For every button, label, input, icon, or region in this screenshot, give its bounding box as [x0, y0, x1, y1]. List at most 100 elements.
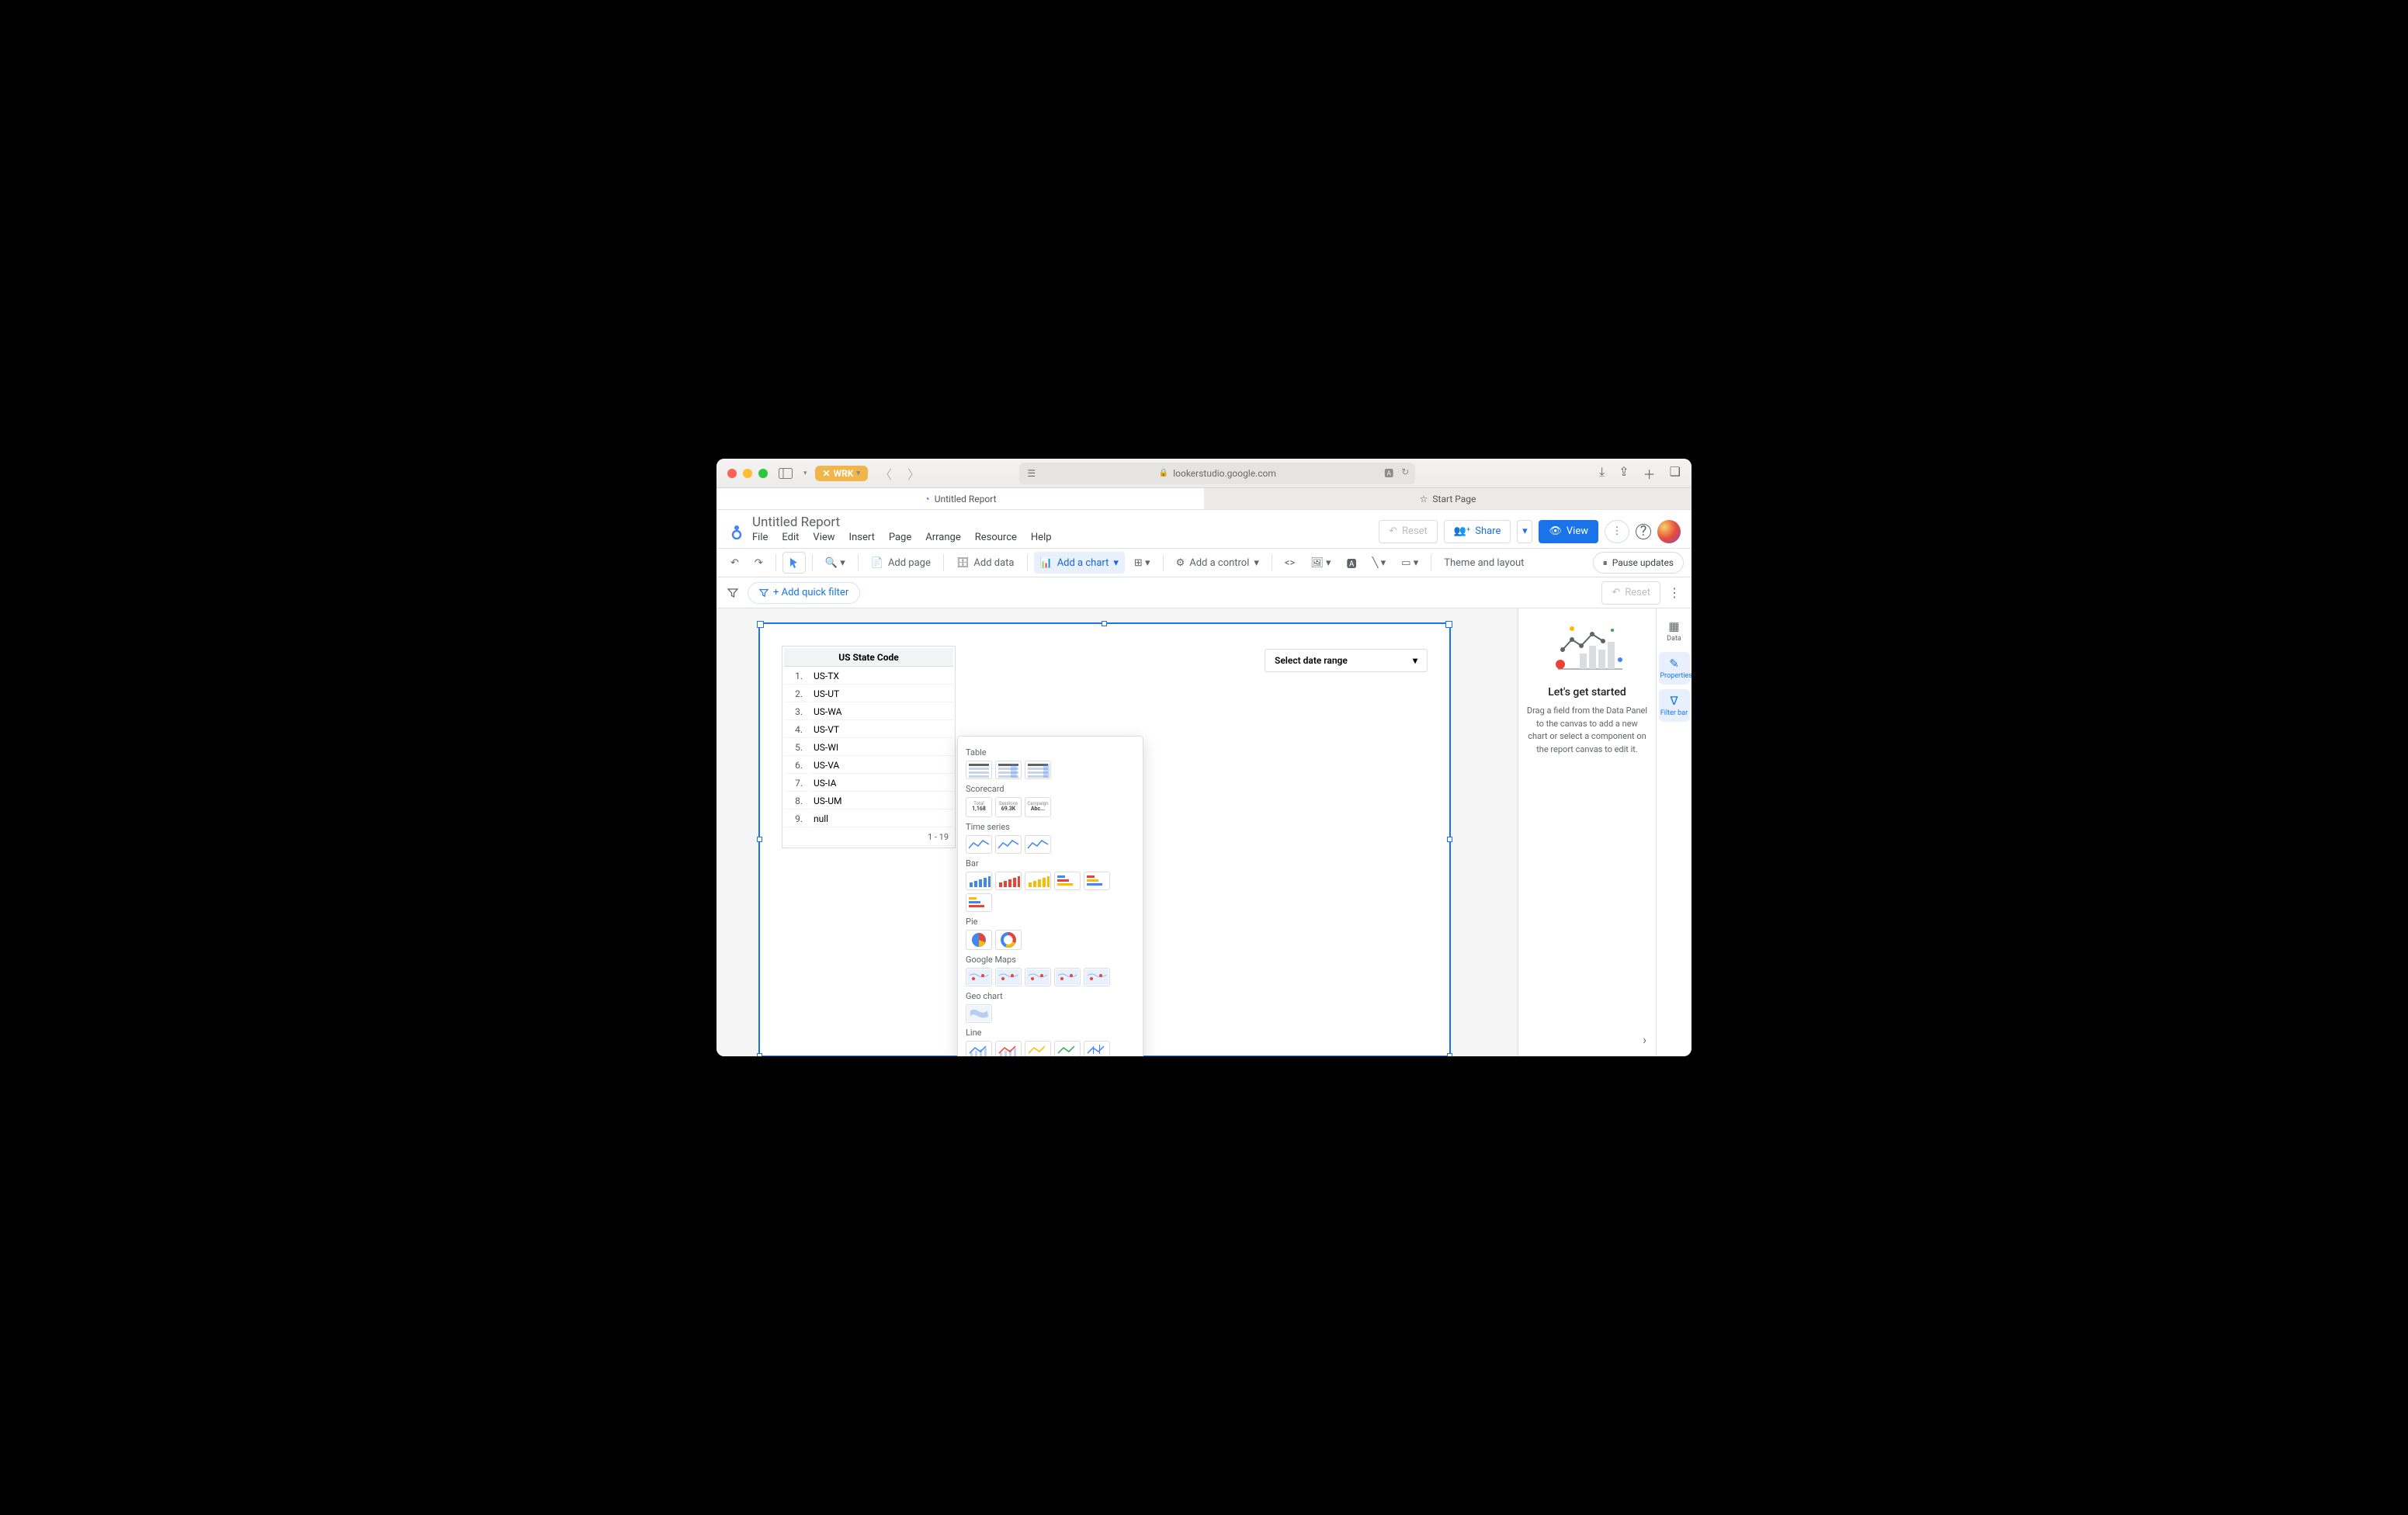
- add-quick-filter-button[interactable]: + Add quick filter: [748, 582, 860, 604]
- reset-button[interactable]: ↶ Reset: [1379, 520, 1438, 543]
- menu-resource[interactable]: Resource: [975, 532, 1017, 543]
- menu-file[interactable]: File: [752, 532, 768, 543]
- table-row[interactable]: 1.US-TX: [784, 668, 953, 685]
- reload-icon[interactable]: ↻: [1401, 466, 1409, 480]
- tabs-overview-icon[interactable]: ❏: [1670, 464, 1681, 483]
- chart-option-google-maps[interactable]: [1054, 968, 1081, 986]
- state-code-table[interactable]: US State Code 1.US-TX2.US-UT3.US-WA4.US-…: [782, 646, 956, 848]
- selection-tool-button[interactable]: [782, 552, 806, 574]
- chart-option-time-series[interactable]: [995, 835, 1022, 854]
- view-button[interactable]: 👁 View: [1539, 520, 1598, 543]
- chart-option-line[interactable]: [1084, 1041, 1110, 1056]
- chart-option-scorecard[interactable]: CampaignAbc...: [1025, 797, 1051, 817]
- rail-properties[interactable]: ✎ Properties: [1659, 652, 1690, 685]
- chart-option-time-series[interactable]: [1025, 835, 1051, 854]
- more-options-button[interactable]: ⋮: [1605, 520, 1629, 543]
- url-embed-button[interactable]: <>: [1279, 552, 1301, 574]
- line-button[interactable]: ╲ ▾: [1366, 552, 1393, 574]
- menu-edit[interactable]: Edit: [782, 532, 799, 543]
- table-row[interactable]: 9.null: [784, 811, 953, 827]
- undo-button[interactable]: ↶: [724, 552, 745, 574]
- browser-tab-start-page[interactable]: ☆ Start Page: [1204, 488, 1691, 509]
- sidebar-toggle-icon[interactable]: [775, 466, 796, 481]
- chart-option-geo-chart[interactable]: [966, 1004, 992, 1023]
- report-title[interactable]: Untitled Report: [752, 515, 1052, 530]
- community-viz-button[interactable]: ⊞ ▾: [1128, 552, 1157, 574]
- add-chart-button[interactable]: 📊 Add a chart ▾: [1034, 552, 1125, 574]
- chart-option-line[interactable]: [995, 1041, 1022, 1056]
- menu-help[interactable]: Help: [1031, 532, 1052, 543]
- share-icon[interactable]: ⇪: [1619, 464, 1629, 483]
- table-row[interactable]: 8.US-UM: [784, 793, 953, 810]
- table-row[interactable]: 6.US-VA: [784, 758, 953, 774]
- chart-option-google-maps[interactable]: [1084, 968, 1110, 986]
- date-range-picker[interactable]: Select date range ▾: [1265, 649, 1428, 672]
- chart-option-google-maps[interactable]: [995, 968, 1022, 986]
- rail-filterbar[interactable]: ∇ Filter bar: [1659, 689, 1690, 722]
- chart-option-pie[interactable]: [966, 930, 992, 950]
- profile-badge[interactable]: ✕ WRK ▾: [815, 466, 868, 481]
- chart-option-google-maps[interactable]: [1025, 968, 1051, 986]
- chart-option-table[interactable]: [995, 761, 1022, 779]
- table-row[interactable]: 4.US-VT: [784, 722, 953, 738]
- browser-tab-untitled-report[interactable]: ◔ Untitled Report: [717, 488, 1204, 509]
- downloads-icon[interactable]: ⤓: [1599, 464, 1605, 483]
- filterbar-reset-button[interactable]: ↶ Reset: [1601, 581, 1660, 605]
- chart-option-table[interactable]: [966, 761, 992, 779]
- chart-option-bar[interactable]: [1054, 872, 1081, 890]
- add-page-button[interactable]: 📄 Add page: [865, 552, 937, 574]
- share-button[interactable]: 👥⁺ Share: [1444, 520, 1511, 543]
- table-row[interactable]: 3.US-WA: [784, 704, 953, 720]
- chart-option-scorecard[interactable]: Sessions69.3K: [995, 797, 1022, 817]
- menu-insert[interactable]: Insert: [849, 532, 875, 543]
- shape-button[interactable]: ▭ ▾: [1395, 552, 1424, 574]
- chart-option-bar[interactable]: [1025, 872, 1051, 890]
- chart-option-scorecard[interactable]: Total1,168: [966, 797, 992, 817]
- back-button[interactable]: 〈: [876, 464, 896, 483]
- more-vert-icon[interactable]: ⋮: [1668, 585, 1681, 600]
- close-window-button[interactable]: [727, 469, 737, 478]
- chart-option-pie[interactable]: [995, 930, 1022, 950]
- looker-studio-logo[interactable]: [727, 522, 746, 541]
- table-row[interactable]: 7.US-IA: [784, 775, 953, 792]
- chart-option-table[interactable]: [1025, 761, 1051, 779]
- table-row[interactable]: 2.US-UT: [784, 686, 953, 702]
- chart-option-bar[interactable]: [1084, 872, 1110, 890]
- new-tab-icon[interactable]: ＋: [1643, 464, 1656, 483]
- window-controls: [727, 469, 768, 478]
- add-control-button[interactable]: ⚙ Add a control ▾: [1170, 552, 1265, 574]
- share-dropdown-button[interactable]: ▾: [1517, 520, 1532, 543]
- fullscreen-window-button[interactable]: [758, 469, 768, 478]
- text-button[interactable]: 🅰: [1341, 552, 1363, 574]
- menu-page[interactable]: Page: [889, 532, 911, 543]
- chart-option-bar[interactable]: [966, 872, 992, 890]
- add-data-button[interactable]: 🗄 Add data: [950, 552, 1021, 574]
- rail-data[interactable]: ▦ Data: [1659, 615, 1690, 647]
- redo-button[interactable]: ↷: [748, 552, 769, 574]
- text-size-icon[interactable]: ☰: [1027, 468, 1036, 479]
- filter-icon[interactable]: [727, 588, 738, 598]
- menu-arrange[interactable]: Arrange: [925, 532, 960, 543]
- chart-option-line[interactable]: [1054, 1041, 1081, 1056]
- user-avatar[interactable]: [1657, 520, 1681, 543]
- canvas-area[interactable]: US State Code 1.US-TX2.US-UT3.US-WA4.US-…: [717, 608, 1518, 1056]
- chart-option-bar[interactable]: [966, 893, 992, 912]
- minimize-window-button[interactable]: [743, 469, 752, 478]
- theme-layout-button[interactable]: Theme and layout: [1438, 552, 1530, 574]
- image-button[interactable]: 🖼 ▾: [1304, 552, 1337, 574]
- collapse-panel-button[interactable]: ›: [1643, 1032, 1646, 1047]
- forward-button[interactable]: 〉: [904, 464, 924, 483]
- chart-option-bar[interactable]: [995, 872, 1022, 890]
- sidebar-dropdown-icon[interactable]: ▾: [803, 470, 807, 477]
- chart-option-line[interactable]: [1025, 1041, 1051, 1056]
- help-icon[interactable]: ?: [1636, 524, 1651, 539]
- url-bar[interactable]: ☰ 🔒 lookerstudio.google.com 🅰 ↻: [1019, 463, 1415, 484]
- zoom-button[interactable]: 🔍 ▾: [819, 552, 852, 574]
- chart-option-google-maps[interactable]: [966, 968, 992, 986]
- translate-icon[interactable]: 🅰: [1384, 466, 1393, 480]
- chart-option-line[interactable]: [966, 1041, 992, 1056]
- menu-view[interactable]: View: [813, 532, 834, 543]
- chart-option-time-series[interactable]: [966, 835, 992, 854]
- pause-updates-button[interactable]: ⏸ Pause updates: [1593, 552, 1684, 574]
- table-row[interactable]: 5.US-WI: [784, 740, 953, 756]
